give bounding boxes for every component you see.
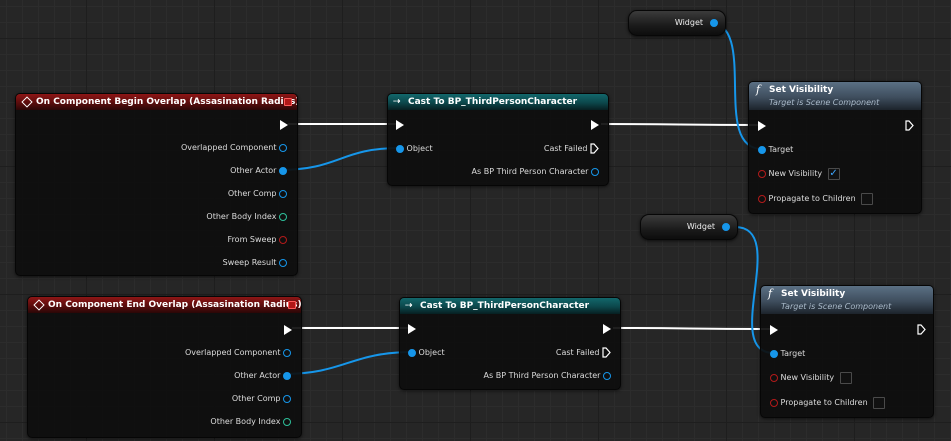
object-pin-icon[interactable]: [283, 394, 291, 403]
object-pin-icon[interactable]: [722, 223, 730, 231]
begin-overlap-event-node[interactable]: On Component Begin Overlap (Assasination…: [15, 93, 298, 276]
overlapped-component-label: Overlapped Component: [180, 143, 277, 152]
end-overlap-header[interactable]: On Component End Overlap (Assasination R…: [28, 297, 301, 313]
object-pin-icon[interactable]: [758, 145, 766, 154]
object-pin-icon[interactable]: [710, 19, 718, 27]
other-comp-label: Other Comp: [231, 394, 281, 403]
cast-node[interactable]: ⇢ Cast To BP_ThirdPersonCharacter Object…: [399, 297, 621, 390]
target-label: Target: [768, 145, 794, 154]
target-label: Target: [780, 349, 806, 358]
exec-in-pin-icon[interactable]: [396, 119, 404, 130]
object-input-label: Object: [418, 348, 445, 357]
sweep-result-label: Sweep Result: [222, 258, 277, 267]
set-visibility-title: Set Visibility: [769, 85, 834, 95]
set-visibility-node[interactable]: f Set Visibility Target is Scene Compone…: [748, 81, 922, 214]
begin-overlap-title: On Component Begin Overlap (Assasination…: [36, 97, 297, 107]
set-visibility-subtitle: Target is Scene Component: [781, 302, 892, 311]
other-comp-label: Other Comp: [227, 189, 277, 198]
widget-variable-node[interactable]: Widget: [640, 214, 738, 240]
propagate-label: Propagate to Children: [768, 194, 856, 203]
overlapped-component-label: Overlapped Component: [184, 348, 281, 357]
function-f-icon: f: [756, 83, 761, 96]
exec-out-outline-pin-icon[interactable]: [905, 120, 914, 131]
cast-failed-label: Cast Failed: [555, 348, 600, 357]
object-pin-icon[interactable]: [279, 189, 287, 198]
widget-variable-label: Widget: [674, 18, 703, 27]
other-actor-label: Other Actor: [230, 166, 277, 175]
end-overlap-title: On Component End Overlap (Assasination R…: [48, 300, 301, 310]
event-diamond-icon: [33, 299, 45, 311]
exec-out-outline-pin-icon[interactable]: [590, 143, 599, 154]
end-overlap-event-node[interactable]: On Component End Overlap (Assasination R…: [27, 296, 302, 438]
exec-out-pin-icon[interactable]: [284, 324, 292, 335]
other-body-index-label: Other Body Index: [210, 417, 281, 426]
exec-in-pin-icon[interactable]: [758, 120, 766, 131]
close-square-icon[interactable]: [288, 301, 296, 309]
set-visibility-node[interactable]: f Set Visibility Target is Scene Compone…: [760, 285, 934, 418]
close-square-icon[interactable]: [284, 98, 292, 106]
widget-variable-label: Widget: [686, 222, 715, 231]
new-visibility-label: New Visibility: [768, 169, 823, 178]
struct-pin-icon[interactable]: [279, 258, 287, 267]
exec-wire-cast1-to-setvis1: [600, 123, 761, 126]
new-visibility-checkbox[interactable]: [839, 371, 852, 384]
set-visibility-header[interactable]: f Set Visibility Target is Scene Compone…: [749, 82, 921, 110]
object-pin-icon[interactable]: [283, 371, 291, 380]
widget-variable-node[interactable]: Widget: [628, 10, 726, 36]
exec-out-pin-icon[interactable]: [280, 119, 288, 130]
propagate-checkbox[interactable]: [873, 396, 886, 409]
cast-title: Cast To BP_ThirdPersonCharacter: [420, 301, 590, 311]
object-pin-icon[interactable]: [396, 144, 404, 153]
set-visibility-header[interactable]: f Set Visibility Target is Scene Compone…: [761, 286, 933, 314]
exec-out-outline-pin-icon[interactable]: [602, 347, 611, 358]
integer-pin-icon[interactable]: [283, 417, 291, 426]
object-pin-icon[interactable]: [279, 166, 287, 175]
cast-arrows-icon: ⇢: [393, 97, 401, 107]
exec-out-pin-icon[interactable]: [603, 323, 611, 334]
object-pin-icon[interactable]: [591, 167, 599, 176]
bool-pin-icon[interactable]: [279, 235, 287, 244]
cast-header[interactable]: ⇢ Cast To BP_ThirdPersonCharacter: [388, 94, 608, 110]
bool-pin-icon[interactable]: [758, 194, 766, 203]
exec-wire-cast2-to-setvis2: [612, 327, 773, 330]
object-wire-actor-to-cast2: [282, 351, 414, 375]
bool-pin-icon[interactable]: [770, 373, 778, 382]
checkmark-icon: ✓: [829, 167, 838, 179]
integer-pin-icon[interactable]: [279, 212, 287, 221]
bool-pin-icon[interactable]: [770, 398, 778, 407]
other-actor-label: Other Actor: [234, 371, 281, 380]
set-visibility-title: Set Visibility: [781, 289, 846, 299]
object-pin-icon[interactable]: [603, 371, 611, 380]
exec-in-pin-icon[interactable]: [408, 323, 416, 334]
cast-arrows-icon: ⇢: [405, 301, 413, 311]
object-input-label: Object: [406, 144, 433, 153]
begin-overlap-header[interactable]: On Component Begin Overlap (Assasination…: [16, 94, 297, 110]
exec-in-pin-icon[interactable]: [770, 324, 778, 335]
object-pin-icon[interactable]: [770, 349, 778, 358]
cast-node[interactable]: ⇢ Cast To BP_ThirdPersonCharacter Object…: [387, 93, 609, 186]
from-sweep-label: From Sweep: [227, 235, 277, 244]
cast-failed-label: Cast Failed: [543, 144, 588, 153]
bool-pin-icon[interactable]: [758, 169, 766, 178]
exec-out-outline-pin-icon[interactable]: [917, 324, 926, 335]
exec-out-pin-icon[interactable]: [591, 119, 599, 130]
cast-title: Cast To BP_ThirdPersonCharacter: [408, 97, 578, 107]
new-visibility-checkbox[interactable]: ✓: [827, 167, 840, 180]
as-character-label: As BP Third Person Character: [471, 167, 589, 176]
object-pin-icon[interactable]: [279, 143, 287, 152]
event-diamond-icon: [21, 96, 33, 108]
as-character-label: As BP Third Person Character: [483, 371, 601, 380]
set-visibility-subtitle: Target is Scene Component: [769, 98, 880, 107]
function-f-icon: f: [768, 287, 773, 300]
cast-header[interactable]: ⇢ Cast To BP_ThirdPersonCharacter: [400, 298, 620, 314]
object-pin-icon[interactable]: [283, 348, 291, 357]
propagate-label: Propagate to Children: [780, 398, 868, 407]
object-pin-icon[interactable]: [408, 348, 416, 357]
other-body-index-label: Other Body Index: [206, 212, 277, 221]
propagate-checkbox[interactable]: [861, 192, 874, 205]
new-visibility-label: New Visibility: [780, 373, 835, 382]
